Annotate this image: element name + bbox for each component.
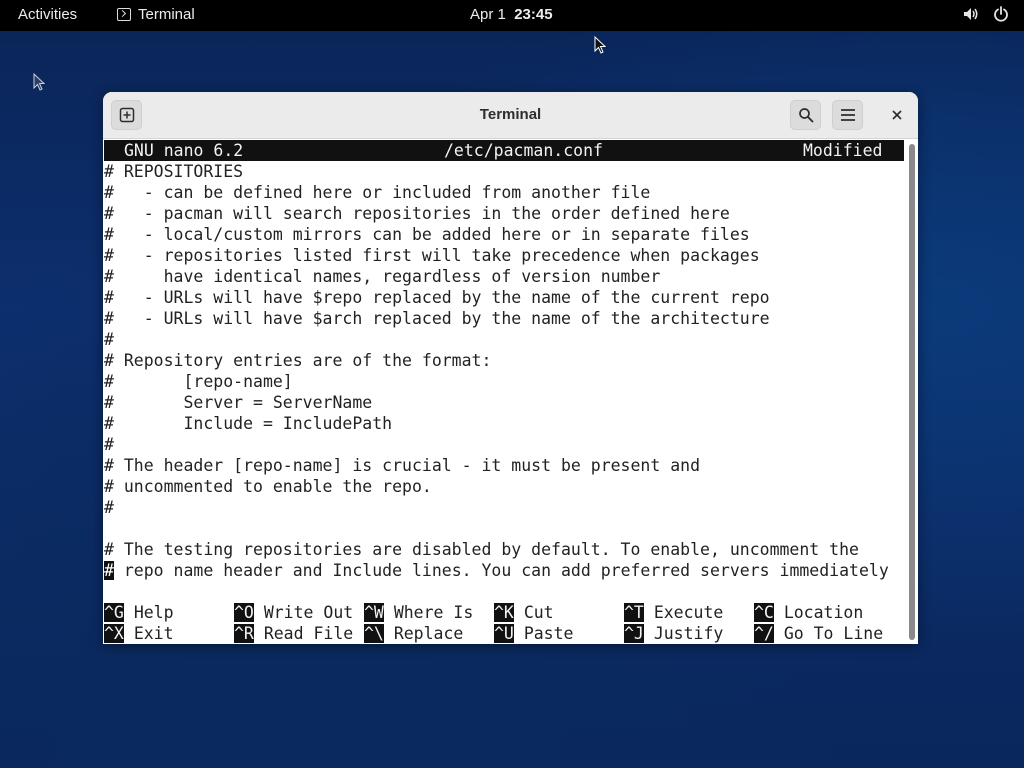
editor-line: # [104, 435, 114, 454]
search-icon [798, 108, 813, 123]
clock-date: Apr 1 [470, 6, 506, 23]
editor-line: # Include = IncludePath [104, 414, 393, 433]
text-cursor: # [104, 561, 114, 580]
top-bar: Activities Terminal Apr 1 23:45 [0, 0, 1024, 31]
shortcut-help: ^G Help [104, 602, 174, 623]
shortcut-label: Go To Line [783, 624, 884, 643]
editor-line: # have identical names, regardless of ve… [104, 267, 661, 286]
editor-line: # [104, 330, 114, 349]
editor-line-current: # repo name header and Include lines. Yo… [104, 560, 889, 581]
editor-line: # - repositories listed first will take … [104, 246, 760, 265]
shortcut-cut: ^K Cut [494, 602, 554, 623]
shortcut-location: ^C Location [754, 602, 863, 623]
shortcut-key: ^/ [754, 624, 774, 643]
shortcut-label: Exit [133, 624, 174, 643]
terminal-window: Terminal GNU nano 6.2 /etc/pacman.conf M… [103, 92, 918, 644]
shortcut-key: ^C [754, 603, 774, 622]
editor-line: # REPOSITORIES [104, 162, 244, 181]
shortcut-justify: ^J Justify [624, 623, 723, 644]
shortcut-label: Write Out [263, 603, 354, 622]
shortcut-label: Execute [653, 603, 724, 622]
shortcut-label: Justify [653, 624, 724, 643]
close-icon [891, 110, 902, 120]
main-menu-button[interactable] [832, 100, 863, 130]
mouse-pointer-icon [594, 36, 606, 54]
shortcut-execute: ^T Execute [624, 602, 723, 623]
shortcut-read-file: ^R Read File [234, 623, 353, 644]
shortcut-key: ^R [234, 624, 254, 643]
app-menu-label: Terminal [138, 6, 195, 23]
editor-line: # Server = ServerName [104, 393, 373, 412]
window-headerbar: Terminal [103, 92, 918, 139]
nano-version: GNU nano 6.2 [124, 141, 244, 160]
editor-line: # [repo-name] [104, 372, 293, 391]
system-tray[interactable] [962, 5, 1010, 23]
shortcut-key: ^\ [364, 624, 384, 643]
app-menu-button[interactable]: Terminal [117, 6, 195, 23]
editor-line: # The testing repositories are disabled … [104, 540, 859, 559]
editor-line: # [104, 498, 114, 517]
search-button[interactable] [790, 100, 821, 130]
nano-filename: /etc/pacman.conf [444, 141, 603, 160]
clock-time: 23:45 [514, 6, 553, 23]
shortcut-label: Paste [523, 624, 574, 643]
editor-line: # - local/custom mirrors can be added he… [104, 225, 750, 244]
shortcut-paste: ^U Paste [494, 623, 573, 644]
shortcut-label: Replace [393, 624, 464, 643]
editor-line: # - URLs will have $repo replaced by the… [104, 288, 770, 307]
shortcut-key: ^X [104, 624, 124, 643]
shortcut-key: ^K [494, 603, 514, 622]
terminal-app-icon [117, 8, 131, 21]
nano-title-bar: GNU nano 6.2 /etc/pacman.conf Modified [104, 140, 904, 161]
shortcut-label: Where Is [393, 603, 474, 622]
shortcut-key: ^W [364, 603, 384, 622]
shortcut-exit: ^X Exit [104, 623, 174, 644]
shortcut-key: ^O [234, 603, 254, 622]
editor-line: # - URLs will have $arch replaced by the… [104, 309, 770, 328]
mouse-pointer-icon [33, 73, 45, 91]
shortcut-key: ^U [494, 624, 514, 643]
power-icon[interactable] [992, 5, 1010, 23]
shortcut-key: ^G [104, 603, 124, 622]
shortcut-label: Help [133, 603, 174, 622]
shortcut-label: Location [783, 603, 864, 622]
shortcut-write-out: ^O Write Out [234, 602, 353, 623]
activities-button[interactable]: Activities [18, 6, 77, 23]
editor-line: # Repository entries are of the format: [104, 351, 492, 370]
hamburger-menu-icon [840, 109, 855, 121]
shortcut-label: Cut [523, 603, 554, 622]
editor-line-text: repo name header and Include lines. You … [113, 561, 889, 580]
shortcut-go-to-line: ^/ Go To Line [754, 623, 883, 644]
editor-line: # uncommented to enable the repo. [104, 477, 432, 496]
editor-line: # - can be defined here or included from… [104, 183, 651, 202]
shortcut-label: Read File [263, 624, 354, 643]
shortcut-key: ^J [624, 624, 644, 643]
close-button[interactable] [881, 100, 912, 130]
clock-button[interactable]: Apr 1 23:45 [470, 6, 553, 23]
shortcut-key: ^T [624, 603, 644, 622]
speaker-icon[interactable] [962, 5, 980, 23]
editor-line: # - pacman will search repositories in t… [104, 204, 730, 223]
terminal-content[interactable]: GNU nano 6.2 /etc/pacman.conf Modified #… [103, 139, 906, 644]
terminal-scrollbar[interactable] [909, 144, 915, 640]
shortcut-where-is: ^W Where Is [364, 602, 473, 623]
nano-status: Modified [803, 141, 883, 160]
editor-line: # The header [repo-name] is crucial - it… [104, 456, 701, 475]
shortcut-replace: ^\ Replace [364, 623, 463, 644]
